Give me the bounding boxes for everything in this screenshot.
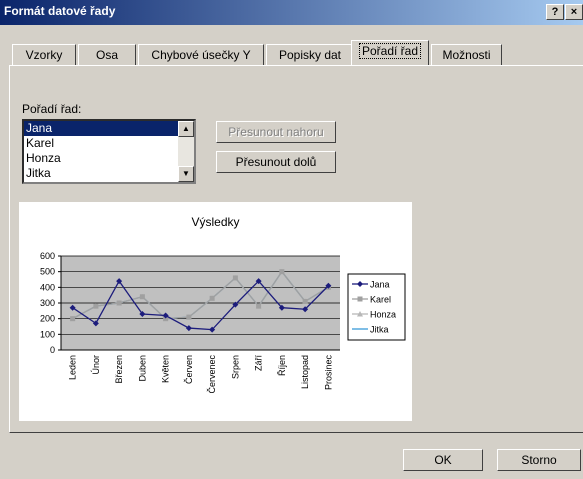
tab-chybove-usecky[interactable]: Chybové úsečky Y (138, 44, 264, 66)
line-chart: 600 500 400 300 200 100 0 Leden Únor Březen Duben K… (40, 251, 406, 394)
title-bar: Formát datové řady ? × (0, 0, 583, 25)
list-item[interactable]: Jitka (24, 166, 180, 181)
y-tick-label: 500 (40, 267, 55, 277)
x-tick-label: Únor (91, 355, 101, 375)
list-item[interactable]: Jana (24, 121, 180, 136)
x-tick-label: Listopad (300, 355, 310, 389)
data-point (256, 303, 262, 309)
format-series-dialog: Formát datové řady ? × Vzorky Osa Chybov… (0, 0, 583, 479)
x-tick-label: Srpen (230, 355, 240, 379)
legend-label: Jana (370, 280, 390, 290)
data-point (93, 303, 99, 309)
legend-label: Honza (370, 310, 396, 320)
x-tick-label: Květen (161, 355, 171, 383)
move-up-button[interactable]: Přesunout nahoru (216, 121, 336, 143)
data-point (279, 269, 285, 275)
x-tick-label: Leden (68, 355, 78, 380)
y-tick-label: 0 (50, 345, 55, 355)
list-scrollbar[interactable]: ▲ ▼ (178, 121, 194, 182)
move-down-button[interactable]: Přesunout dolů (216, 151, 336, 173)
tab-poradi-rad-label: Pořadí řad (358, 43, 422, 59)
tab-popisky-dat[interactable]: Popisky dat (266, 44, 354, 66)
y-tick-label: 600 (40, 251, 55, 261)
legend-marker (357, 296, 363, 302)
close-button[interactable]: × (565, 4, 583, 20)
data-point (209, 295, 215, 301)
ok-button[interactable]: OK (403, 449, 483, 471)
x-tick-label: Duben (137, 355, 147, 382)
scroll-up-icon[interactable]: ▲ (178, 121, 194, 137)
tab-osa[interactable]: Osa (78, 44, 136, 66)
x-tick-label: Červenec (207, 355, 217, 394)
series-order-list[interactable]: Jana Karel Honza Jitka ▲ ▼ (22, 119, 196, 184)
data-point (139, 294, 145, 300)
x-tick-label: Říjen (277, 355, 287, 376)
data-point (186, 314, 192, 320)
cancel-button[interactable]: Storno (497, 449, 581, 471)
y-tick-label: 200 (40, 314, 55, 324)
tab-moznosti[interactable]: Možnosti (431, 44, 502, 66)
window-title: Formát datové řady (4, 4, 116, 18)
x-tick-label: Březen (114, 355, 124, 384)
tab-poradi-rad[interactable]: Pořadí řad (351, 40, 429, 66)
data-point (302, 298, 308, 304)
x-tick-label: Září (254, 355, 264, 372)
list-item[interactable]: Honza (24, 151, 180, 166)
help-button[interactable]: ? (546, 4, 564, 20)
legend-label: Karel (370, 295, 391, 305)
x-tick-label: Prosinec (323, 355, 333, 391)
series-order-label: Pořadí řad: (22, 102, 82, 116)
tab-vzorky[interactable]: Vzorky (12, 44, 76, 66)
scroll-down-icon[interactable]: ▼ (178, 166, 194, 182)
legend-label: Jitka (370, 325, 389, 335)
data-point (232, 275, 238, 281)
x-tick-label: Červen (184, 355, 194, 384)
chart-preview: Výsledky 600 500 400 300 200 100 0 Leden Únor Bře… (19, 202, 412, 421)
data-point (116, 300, 122, 306)
y-tick-label: 400 (40, 282, 55, 292)
data-point (70, 316, 76, 322)
list-item[interactable]: Karel (24, 136, 180, 151)
y-tick-label: 300 (40, 298, 55, 308)
y-tick-label: 100 (40, 329, 55, 339)
